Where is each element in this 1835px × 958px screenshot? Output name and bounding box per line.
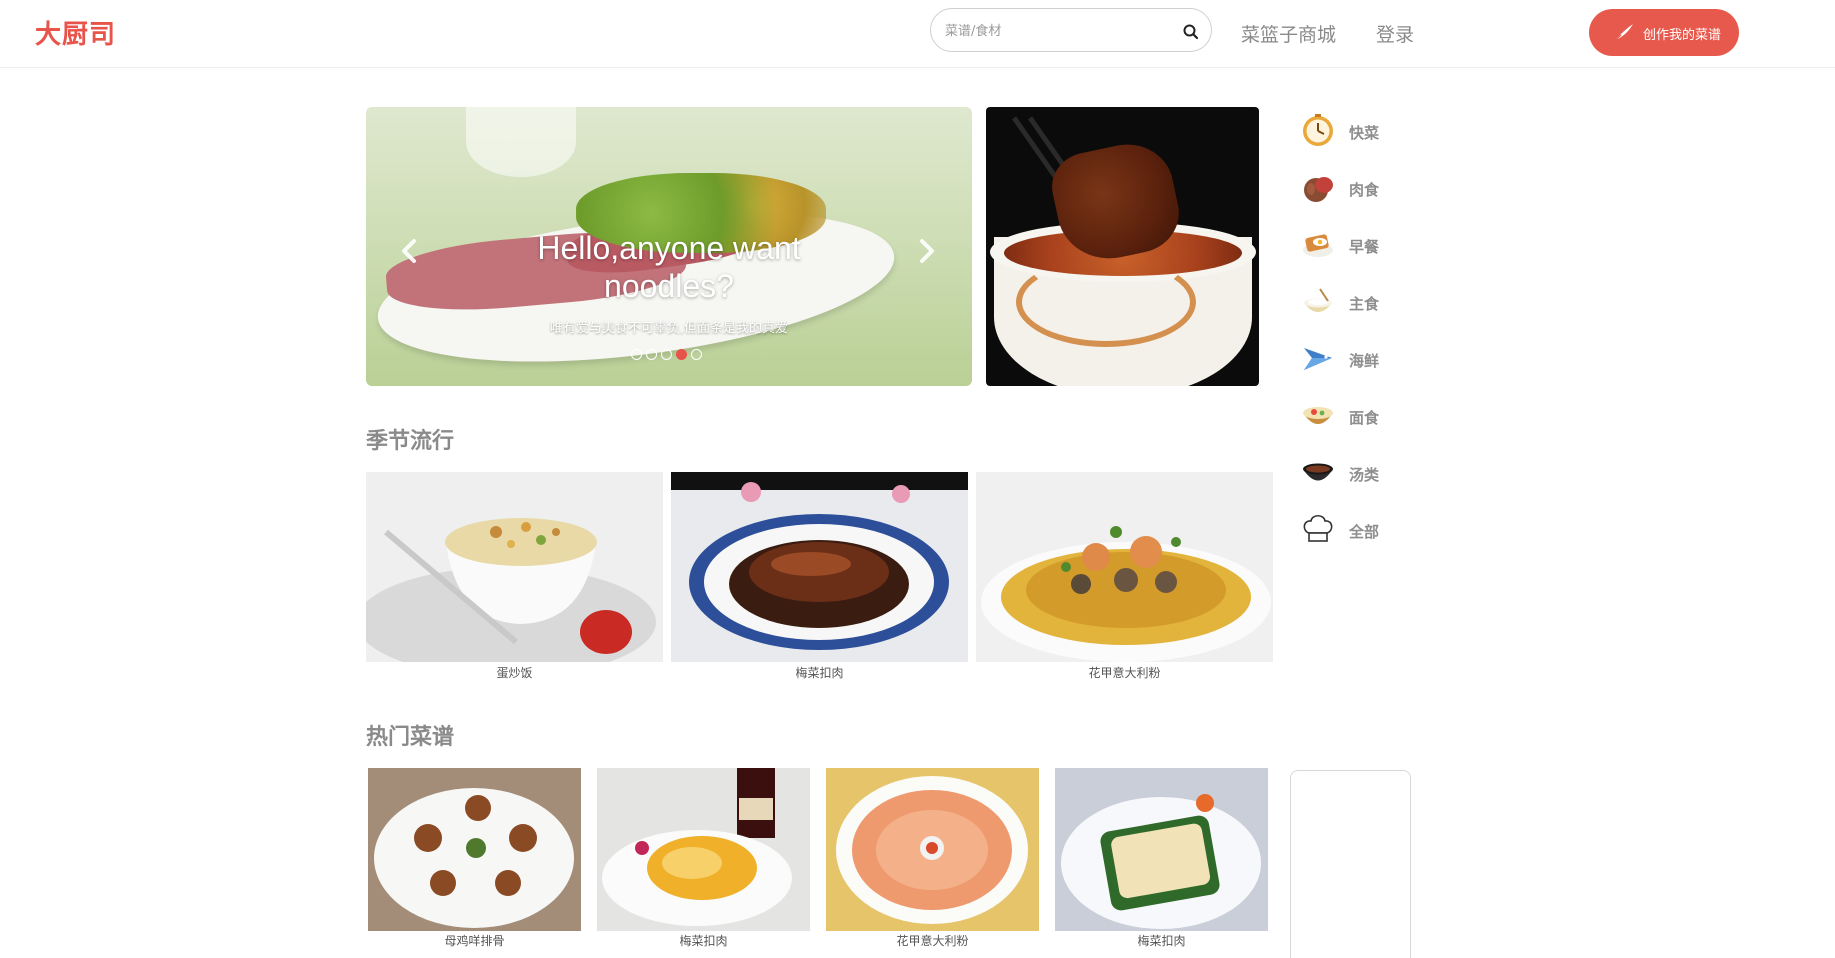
category-item-seafood[interactable]: 海鲜 bbox=[1300, 340, 1420, 380]
section-title-seasonal: 季节流行 bbox=[366, 429, 455, 454]
seasonal-card-fried-rice[interactable] bbox=[366, 472, 663, 662]
category-label: 主食 bbox=[1349, 295, 1380, 313]
hot-caption[interactable]: 母鸡咩排骨 bbox=[368, 932, 581, 949]
seasonal-caption[interactable]: 花甲意大利粉 bbox=[976, 664, 1273, 681]
category-item-noodles[interactable]: 面食 bbox=[1300, 397, 1420, 437]
carousel-dot[interactable] bbox=[691, 349, 702, 360]
fried-rice-image bbox=[366, 472, 663, 662]
nav-mall-link[interactable]: 菜篮子商城 bbox=[1241, 20, 1336, 47]
hot-card-2[interactable] bbox=[597, 768, 810, 931]
feather-pen-icon bbox=[1612, 24, 1633, 44]
carousel-dot[interactable] bbox=[631, 349, 642, 360]
braised-pork-image bbox=[671, 472, 968, 662]
category-label: 快菜 bbox=[1349, 124, 1380, 142]
seasonal-caption[interactable]: 蛋炒饭 bbox=[366, 664, 663, 681]
placeholder-card bbox=[1290, 770, 1411, 958]
seasonal-card-clam-pasta[interactable] bbox=[976, 472, 1273, 662]
clock-icon bbox=[1300, 112, 1336, 148]
rice-bowl-icon bbox=[1300, 283, 1336, 319]
hot-card-1[interactable] bbox=[368, 768, 581, 931]
clam-pasta-image bbox=[976, 472, 1273, 662]
category-label: 全部 bbox=[1349, 523, 1380, 541]
hot-recipe-image bbox=[597, 768, 810, 931]
category-item-soup[interactable]: 汤类 bbox=[1300, 454, 1420, 494]
carousel-dot[interactable] bbox=[646, 349, 657, 360]
hot-card-4[interactable] bbox=[1055, 768, 1268, 931]
meat-icon bbox=[1300, 169, 1336, 205]
hero-carousel[interactable]: Hello,anyone want noodles? 唯有爱与美食不可辜负,但面… bbox=[366, 107, 972, 386]
fish-icon bbox=[1300, 340, 1336, 376]
site-logo[interactable]: 大厨司 bbox=[35, 14, 116, 51]
category-label: 肉食 bbox=[1349, 181, 1380, 199]
category-item-quick[interactable]: 快菜 bbox=[1300, 112, 1420, 152]
section-title-hot: 热门菜谱 bbox=[366, 725, 455, 750]
create-recipe-label: 创作我的菜谱 bbox=[1643, 28, 1722, 43]
featured-noodle-photo[interactable] bbox=[986, 107, 1259, 386]
category-label: 海鲜 bbox=[1349, 352, 1380, 370]
chef-hat-icon bbox=[1300, 511, 1336, 547]
carousel-subtitle: 唯有爱与美食不可辜负,但面条是我的真爱 bbox=[549, 321, 789, 336]
carousel-title-line1: Hello,anyone want bbox=[537, 230, 801, 266]
seasonal-caption[interactable]: 梅菜扣肉 bbox=[671, 664, 968, 681]
carousel-title: Hello,anyone want noodles? bbox=[366, 229, 972, 305]
carousel-image-glass bbox=[466, 107, 576, 177]
carousel-indicators bbox=[631, 349, 702, 361]
seasonal-card-braised-pork[interactable] bbox=[671, 472, 968, 662]
nav-login-link[interactable]: 登录 bbox=[1376, 20, 1414, 47]
hot-caption[interactable]: 梅菜扣肉 bbox=[1055, 932, 1268, 949]
search-box bbox=[930, 8, 1212, 52]
hot-recipe-image bbox=[1055, 768, 1268, 931]
create-recipe-button[interactable]: 创作我的菜谱 bbox=[1589, 9, 1739, 56]
search-input[interactable] bbox=[945, 20, 1165, 42]
hot-card-3[interactable] bbox=[826, 768, 1039, 931]
category-item-all[interactable]: 全部 bbox=[1300, 511, 1420, 551]
hot-caption[interactable]: 梅菜扣肉 bbox=[597, 932, 810, 949]
soup-pot-icon bbox=[1300, 454, 1336, 490]
search-icon[interactable] bbox=[1181, 22, 1201, 42]
breakfast-icon bbox=[1300, 226, 1336, 262]
noodle-bowl-icon bbox=[1300, 397, 1336, 433]
category-item-staple[interactable]: 主食 bbox=[1300, 283, 1420, 323]
hot-recipe-image bbox=[368, 768, 581, 931]
category-label: 汤类 bbox=[1349, 466, 1380, 484]
hot-caption[interactable]: 花甲意大利粉 bbox=[826, 932, 1039, 949]
top-header: 大厨司 菜篮子商城 登录 创作我的菜谱 bbox=[0, 0, 1835, 68]
category-item-breakfast[interactable]: 早餐 bbox=[1300, 226, 1420, 266]
photo-noodles bbox=[1016, 257, 1196, 347]
hot-recipe-image bbox=[826, 768, 1039, 931]
category-label: 早餐 bbox=[1349, 238, 1380, 256]
carousel-dot[interactable] bbox=[661, 349, 672, 360]
carousel-title-line2: noodles? bbox=[604, 268, 734, 304]
category-item-meat[interactable]: 肉食 bbox=[1300, 169, 1420, 209]
category-label: 面食 bbox=[1349, 409, 1380, 427]
carousel-dot-active[interactable] bbox=[676, 349, 687, 360]
